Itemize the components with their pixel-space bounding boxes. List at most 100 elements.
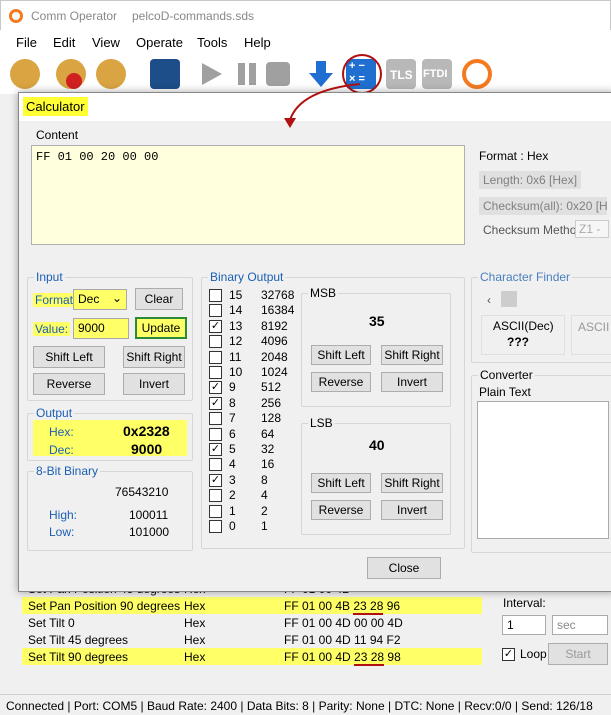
bit-index-label: 15 <box>229 288 243 302</box>
menu-operate[interactable]: Operate <box>136 35 183 50</box>
bit-index-label: 13 <box>229 318 243 333</box>
msb-invert-button[interactable]: Invert <box>381 372 443 392</box>
binary8-label: 8-Bit Binary <box>34 464 101 478</box>
chevron-down-icon: ⌄ <box>111 291 122 305</box>
menu-file[interactable]: File <box>16 35 37 50</box>
bit-0-checkbox[interactable] <box>209 520 222 533</box>
high-value: 100011 <box>129 508 169 522</box>
bit-3-checkbox[interactable]: ✓ <box>209 473 222 487</box>
lsb-reverse-button[interactable]: Reverse <box>311 500 371 520</box>
interval-input[interactable]: 1 <box>502 615 546 635</box>
menu-help[interactable]: Help <box>244 35 271 50</box>
status-bar: Connected | Port: COM5 | Baud Rate: 2400… <box>0 694 611 715</box>
interval-unit-select[interactable]: sec <box>552 615 608 635</box>
bit-6-checkbox[interactable] <box>209 427 222 441</box>
format-select[interactable]: Dec ⌄ <box>73 289 127 310</box>
list-item[interactable]: Set Tilt 90 degrees Hex FF 01 00 4D 23 2… <box>22 648 482 666</box>
save-icon[interactable] <box>150 59 180 89</box>
input-shift-left-button[interactable]: Shift Left <box>33 346 105 368</box>
high-label: High: <box>49 508 78 522</box>
hex-label: Hex: <box>49 425 74 439</box>
bit-weight-label: 128 <box>261 411 282 426</box>
menu-edit[interactable]: Edit <box>53 35 75 50</box>
list-item[interactable]: Set Tilt 45 degrees Hex FF 01 00 4D 11 9… <box>22 631 482 648</box>
file-title: pelcoD-commands.sds <box>132 9 255 23</box>
app-title: Comm Operator <box>31 9 118 23</box>
calculator-dialog: Calculator Content FF 01 00 20 00 00 For… <box>18 92 611 592</box>
value-input[interactable]: 9000 <box>73 318 129 339</box>
about-logo-icon[interactable] <box>462 59 492 89</box>
bit-index-label: 0 <box>229 519 236 533</box>
app-logo-icon <box>9 9 23 23</box>
menu-tools[interactable]: Tools <box>197 35 227 50</box>
msb-reverse-button[interactable]: Reverse <box>311 372 371 392</box>
bit-index-label: 3 <box>229 472 236 487</box>
lsb-invert-button[interactable]: Invert <box>381 500 443 520</box>
input-reverse-button[interactable]: Reverse <box>33 373 105 395</box>
binary8-digits: 76543210 <box>115 485 169 499</box>
plain-text-area[interactable] <box>477 401 609 539</box>
msb-value: 35 <box>369 313 385 329</box>
bit-8-checkbox[interactable]: ✓ <box>209 396 222 410</box>
tls-icon[interactable]: TLS <box>386 59 416 89</box>
bit-14-checkbox[interactable] <box>209 304 222 318</box>
bit-9-checkbox[interactable]: ✓ <box>209 381 222 395</box>
scroll-left-icon[interactable]: ‹ <box>487 293 491 307</box>
dec-label: Dec: <box>49 443 74 457</box>
bit-index-label: 5 <box>229 442 236 456</box>
lsb-shift-left-button[interactable]: Shift Left <box>311 473 371 493</box>
bit-10-checkbox[interactable] <box>209 366 222 379</box>
format-label: Format: <box>33 293 79 307</box>
bit-weight-label: 1024 <box>261 365 288 379</box>
title-bar: Comm Operator pelcoD-commands.sds <box>0 0 611 30</box>
content-textarea[interactable]: FF 01 00 20 00 00 <box>31 145 465 245</box>
bit-weight-label: 32 <box>261 442 275 456</box>
bit-index-label: 1 <box>229 503 236 518</box>
bit-4-checkbox[interactable] <box>209 458 222 472</box>
ftdi-icon[interactable]: FTDI <box>422 59 452 89</box>
bit-15-checkbox[interactable] <box>209 289 222 302</box>
start-button[interactable]: Start <box>548 643 608 665</box>
play-icon[interactable] <box>196 59 226 89</box>
loop-checkbox[interactable]: ✓ <box>502 648 515 661</box>
bit-index-label: 12 <box>229 334 243 349</box>
connect-settings-icon[interactable] <box>96 59 126 89</box>
bit-2-checkbox[interactable] <box>209 489 222 503</box>
bit-index-label: 11 <box>229 349 242 364</box>
msb-shift-left-button[interactable]: Shift Left <box>311 345 371 365</box>
hex-value: 0x2328 <box>123 423 170 439</box>
bit-1-checkbox[interactable] <box>209 504 222 518</box>
list-item[interactable]: Set Tilt 0 Hex FF 01 00 4D 00 00 4D <box>22 614 482 631</box>
msb-shift-right-button[interactable]: Shift Right <box>381 345 443 365</box>
dialog-title: Calculator <box>23 97 88 116</box>
bit-5-checkbox[interactable]: ✓ <box>209 443 222 456</box>
list-item[interactable]: Set Pan Position 90 degrees Hex FF 01 00… <box>22 597 482 615</box>
bit-weight-label: 512 <box>261 380 282 395</box>
connect-icon[interactable] <box>10 59 40 89</box>
checksum-all-info: Checksum(all): 0x20 [Hex <box>479 197 607 215</box>
input-invert-button[interactable]: Invert <box>123 373 185 395</box>
bit-weight-label: 32768 <box>261 288 295 302</box>
char-finder-scrollbar-thumb[interactable] <box>501 291 517 307</box>
disconnect-icon[interactable] <box>56 59 86 89</box>
bit-11-checkbox[interactable] <box>209 350 222 364</box>
bit-index-label: 6 <box>229 426 236 441</box>
bit-12-checkbox[interactable] <box>209 335 222 349</box>
close-button[interactable]: Close <box>367 557 441 579</box>
bit-7-checkbox[interactable] <box>209 412 222 426</box>
loop-label: Loop <box>520 647 547 661</box>
bit-weight-label: 8 <box>261 472 268 487</box>
bit-weight-label: 8192 <box>261 318 288 333</box>
pause-icon[interactable] <box>232 59 262 89</box>
clear-button[interactable]: Clear <box>135 288 183 310</box>
update-button[interactable]: Update <box>135 317 187 339</box>
input-shift-right-button[interactable]: Shift Right <box>123 346 185 368</box>
dec-value: 9000 <box>131 441 163 457</box>
bit-index-label: 10 <box>229 365 243 379</box>
ascii-box-partial: ASCII <box>571 315 611 355</box>
checksum-method-select[interactable]: Z1 - <box>575 220 609 238</box>
menu-view[interactable]: View <box>92 35 120 50</box>
annotation-arrow <box>284 83 361 128</box>
bit-13-checkbox[interactable]: ✓ <box>209 319 222 333</box>
lsb-shift-right-button[interactable]: Shift Right <box>381 473 443 493</box>
